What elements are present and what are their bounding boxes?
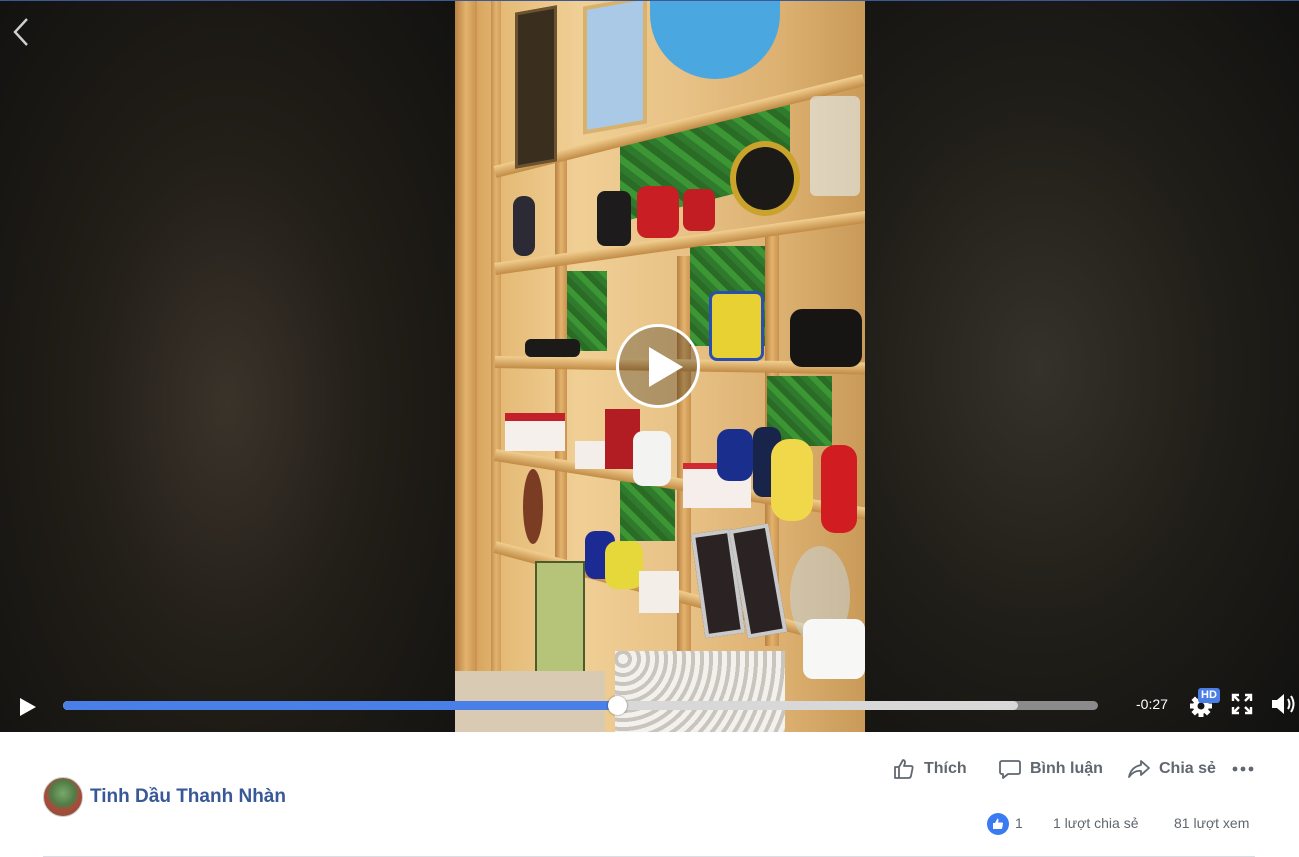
yellow-vase-item — [605, 541, 643, 589]
box-item — [525, 339, 580, 357]
blue-plaque — [650, 1, 780, 79]
blue-vase-item — [717, 429, 753, 481]
product-box — [639, 571, 679, 613]
video-controls: -0:27 HD — [0, 681, 1299, 732]
round-item — [523, 469, 543, 544]
yellow-vase-item — [771, 439, 813, 521]
author-name-link[interactable]: Tinh Dầu Thanh Nhàn — [90, 786, 286, 808]
view-count: 81 lượt xem — [1174, 815, 1250, 831]
share-button[interactable]: Chia sẻ — [1127, 755, 1216, 783]
comment-label: Bình luận — [1030, 760, 1103, 777]
time-remaining: -0:27 — [1136, 696, 1168, 712]
video-blur-backdrop-left — [0, 1, 455, 732]
progress-bar[interactable] — [63, 696, 1098, 715]
share-icon — [1128, 760, 1150, 778]
fullscreen-icon[interactable] — [1231, 693, 1253, 715]
glass-item — [810, 96, 860, 196]
played-bar — [63, 701, 618, 710]
scrubber-handle[interactable] — [607, 696, 627, 715]
more-options-icon[interactable] — [1232, 762, 1254, 776]
share-count[interactable]: 1 lượt chia sẻ — [1053, 815, 1138, 835]
white-mug-item — [803, 619, 865, 679]
round-plaque — [730, 141, 800, 216]
white-cup-item — [633, 431, 671, 486]
author-avatar[interactable] — [43, 777, 83, 817]
product-box — [505, 413, 565, 451]
shelf-post — [455, 1, 477, 732]
video-player[interactable]: -0:27 HD — [0, 0, 1299, 732]
red-vase-item — [821, 445, 857, 533]
black-box-item — [790, 309, 862, 367]
hd-badge: HD — [1198, 688, 1220, 703]
volume-icon[interactable] — [1270, 690, 1298, 718]
picture-frame — [515, 5, 557, 169]
play-circle-icon[interactable] — [616, 324, 700, 408]
like-count[interactable]: 1 — [1015, 815, 1023, 835]
video-blur-backdrop-right — [865, 1, 1299, 732]
clipboard-item — [535, 561, 585, 681]
comment-icon — [999, 760, 1021, 779]
certificate-frame — [583, 1, 647, 135]
red-jar-item — [683, 189, 715, 231]
like-label: Thích — [924, 760, 967, 777]
play-icon[interactable] — [18, 697, 38, 717]
vase-item — [513, 196, 535, 256]
share-label: Chia sẻ — [1159, 760, 1216, 777]
comment-button[interactable]: Bình luận — [998, 755, 1103, 783]
green-wall-panel — [620, 481, 675, 541]
yellow-teapot-item — [709, 291, 764, 361]
red-jar-item — [637, 186, 679, 238]
thumbs-up-icon — [894, 759, 914, 779]
chevron-left-icon[interactable] — [10, 15, 32, 49]
like-reaction-icon[interactable] — [987, 813, 1009, 835]
like-button[interactable]: Thích — [892, 755, 967, 783]
jar-item — [597, 191, 631, 246]
